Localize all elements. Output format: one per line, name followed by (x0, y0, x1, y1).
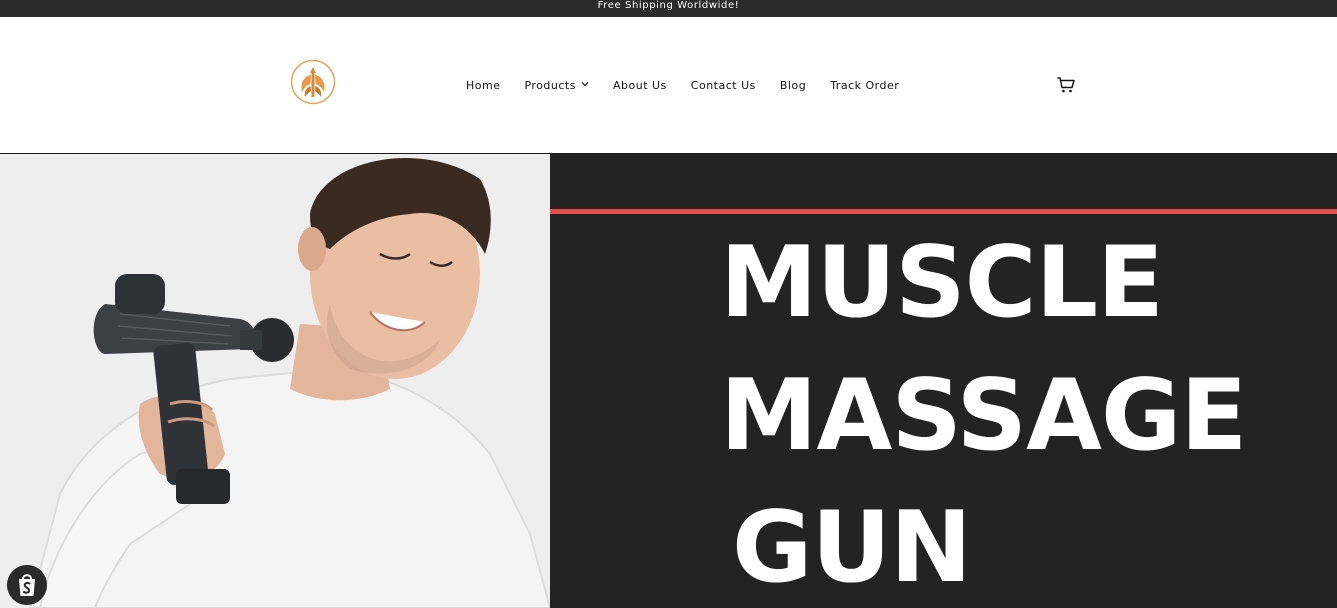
nav-about-us[interactable]: About Us (613, 79, 667, 92)
nav-home-label: Home (466, 78, 501, 92)
hero-heading-line-1: MUSCLE (720, 226, 1164, 340)
announcement-bar: Free Shipping Worldwide! (0, 0, 1337, 17)
nav-about-us-label: About Us (612, 78, 667, 92)
nav-products[interactable]: Products (524, 79, 589, 92)
nav-contact-us[interactable]: Contact Us (691, 79, 756, 92)
nav-blog-label: Blog (779, 78, 807, 92)
nav-blog[interactable]: Blog (780, 79, 806, 92)
nav-track-order[interactable]: Track Order (830, 79, 899, 92)
nav-products-label: Products (524, 78, 576, 92)
hero-heading-line-2: MASSAGE (720, 359, 1247, 473)
hero-heading-line-3: GUN (732, 491, 972, 605)
nav-contact-us-label: Contact Us (690, 78, 756, 92)
announcement-text: Free Shipping Worldwide! (597, 0, 740, 11)
hero-accent-line (550, 209, 1337, 214)
man-using-massage-gun-photo (0, 154, 550, 608)
phoenix-logo-icon[interactable] (290, 59, 336, 105)
shopify-bag-icon[interactable] (7, 565, 47, 605)
main-nav: Home Products About Us Contact Us Blog T… (466, 77, 899, 93)
cart-icon[interactable] (1056, 75, 1076, 95)
hero-banner[interactable]: MUSCLE MASSAGE GUN (0, 154, 1337, 608)
site-header: Home Products About Us Contact Us Blog T… (0, 17, 1337, 154)
nav-home[interactable]: Home (466, 79, 500, 92)
hero-text-panel: MUSCLE MASSAGE GUN (550, 154, 1337, 608)
nav-track-order-label: Track Order (830, 78, 900, 92)
chevron-down-icon (581, 82, 589, 87)
